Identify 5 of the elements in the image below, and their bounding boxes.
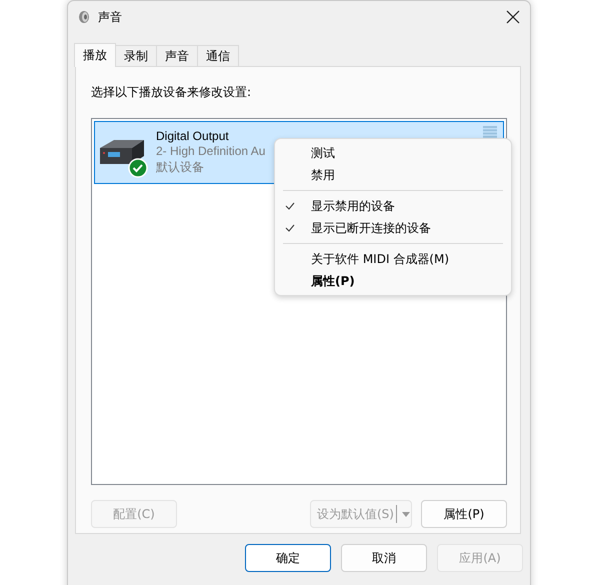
instruction-text: 选择以下播放设备来修改设置: (91, 84, 252, 101)
window-title: 声音 (98, 8, 123, 26)
device-status: 默认设备 (156, 159, 204, 176)
device-description: 2- High Definition Au (156, 144, 266, 158)
device-name: Digital Output (156, 129, 229, 143)
